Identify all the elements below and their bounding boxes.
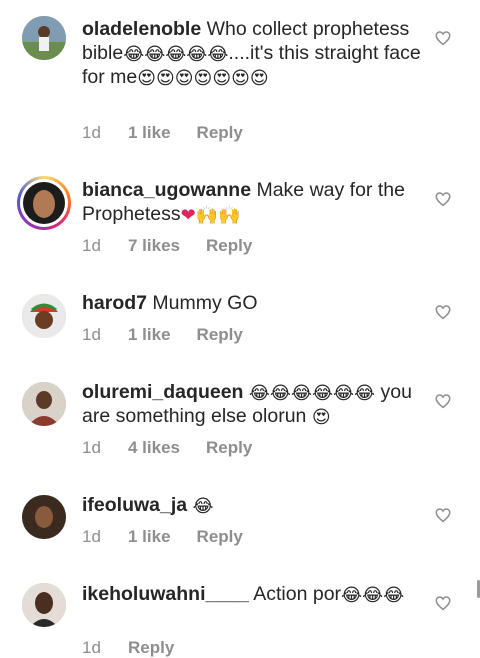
comment-body: harod7 Mummy GO [82, 291, 427, 315]
heart-outline-icon[interactable] [434, 29, 452, 47]
avatar[interactable] [22, 583, 66, 627]
comment-time: 1d [82, 325, 101, 344]
comment-body: bianca_ugowanne Make way for the Prophet… [82, 178, 427, 226]
heart-outline-icon[interactable] [434, 303, 452, 321]
comment-username[interactable]: harod7 [82, 292, 147, 314]
likes-count[interactable]: 7 likes [128, 236, 180, 256]
comment-username[interactable]: bianca_ugowanne [82, 179, 251, 201]
emoji-group: ❤🙌🙌 [180, 205, 241, 226]
heart-outline-icon[interactable] [434, 190, 452, 208]
comment-meta: 1d 1 like Reply [82, 527, 243, 547]
reply-button[interactable]: Reply [197, 527, 243, 547]
emoji-group: 😂 [192, 496, 214, 517]
reply-button[interactable]: Reply [197, 123, 243, 143]
avatar[interactable] [22, 495, 66, 539]
heart-outline-icon[interactable] [434, 392, 452, 410]
avatar-with-story-ring[interactable] [17, 176, 71, 230]
avatar [23, 182, 65, 224]
avatar[interactable] [22, 16, 66, 60]
heart-outline-icon[interactable] [434, 506, 452, 524]
comment-username[interactable]: oladelenoble [82, 18, 201, 40]
avatar-image [22, 583, 66, 627]
comment-username[interactable]: oluremi_daqueen [82, 381, 243, 403]
heart-outline-icon[interactable] [434, 594, 452, 612]
comment-username[interactable]: ifeoluwa_ja [82, 494, 187, 516]
story-ring-gap [20, 179, 68, 227]
reply-button[interactable]: Reply [197, 325, 243, 345]
comment-time: 1d [82, 123, 101, 142]
likes-count[interactable]: 1 like [128, 527, 171, 547]
comment-time: 1d [82, 638, 101, 657]
comment-body: ikeholuwahni____ Action por😂😂😂 [82, 582, 427, 606]
comment-meta: 1d 1 like Reply [82, 325, 243, 345]
comment-time: 1d [82, 527, 101, 546]
comment-body: oladelenoble Who collect prophetess bibl… [82, 17, 427, 89]
emoji-group: 😂😂😂😂😂😂 [248, 383, 376, 404]
likes-count[interactable]: 4 likes [128, 438, 180, 458]
comment-meta: 1d 7 likes Reply [82, 236, 252, 256]
comment-text: Action por [248, 583, 342, 605]
emoji-group: 😂😂😂😂😂 [123, 44, 229, 65]
comment-body: oluremi_daqueen 😂😂😂😂😂😂 you are something… [82, 380, 427, 428]
comment-text: Mummy GO [147, 292, 258, 314]
comment-time: 1d [82, 438, 101, 457]
likes-count[interactable]: 1 like [128, 325, 171, 345]
avatar-image [22, 16, 66, 60]
emoji-group: 😍😍😍😍😍😍😍 [137, 68, 269, 89]
reply-button[interactable]: Reply [206, 438, 252, 458]
avatar-image [23, 182, 65, 224]
comment-username[interactable]: ikeholuwahni____ [82, 583, 249, 605]
likes-count[interactable]: 1 like [128, 123, 171, 143]
emoji-group: 😂😂😂 [341, 585, 405, 606]
avatar[interactable] [22, 294, 66, 338]
comment-time: 1d [82, 236, 101, 255]
comment-meta: 1d 4 likes Reply [82, 438, 252, 458]
avatar-image [22, 495, 66, 539]
avatar-image [22, 382, 66, 426]
reply-button[interactable]: Reply [128, 638, 174, 658]
avatar-image [22, 294, 66, 338]
avatar[interactable] [22, 382, 66, 426]
comment-body: ifeoluwa_ja 😂 [82, 493, 427, 517]
emoji-group: 😍 [311, 407, 331, 428]
reply-button[interactable]: Reply [206, 236, 252, 256]
comment-meta: 1d 1 like Reply [82, 123, 243, 143]
comment-meta: 1d Reply [82, 638, 174, 658]
